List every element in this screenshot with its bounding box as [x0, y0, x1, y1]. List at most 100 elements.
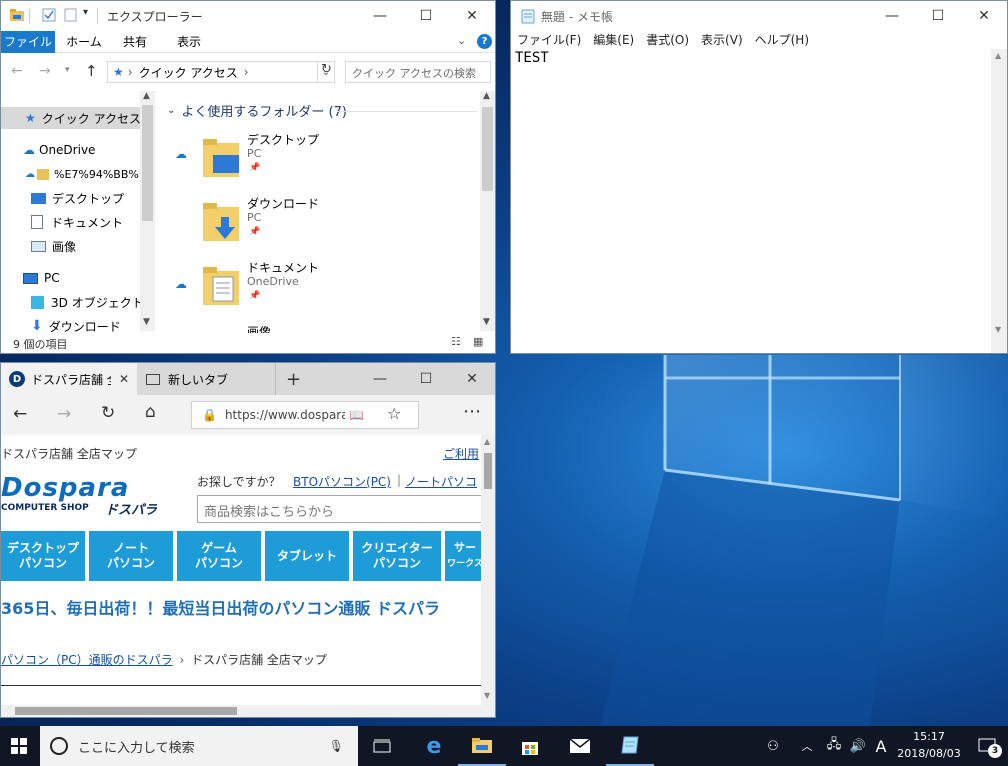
clock[interactable]: 15:17 2018/08/03 [894, 728, 964, 764]
refresh-icon[interactable]: ↻ [101, 403, 115, 423]
menu-file[interactable]: ファイル(F) [511, 31, 587, 49]
start-button[interactable] [0, 726, 38, 766]
page-vertical-scrollbar[interactable]: ▲ ▼ [481, 435, 495, 705]
quick-toolbar-dropdown-icon[interactable]: ▾ [83, 7, 88, 18]
menu-help[interactable]: ヘルプ(H) [749, 31, 815, 49]
taskbar-edge[interactable]: e [410, 726, 458, 766]
action-center-button[interactable]: 3 [968, 726, 1008, 766]
scroll-up-icon[interactable]: ▲ [143, 91, 150, 101]
back-arrow-icon[interactable]: ← [11, 63, 23, 79]
taskbar-store[interactable] [506, 726, 554, 766]
category-gaming-pc[interactable]: ゲーム パソコン [177, 531, 261, 581]
group-header[interactable]: ⌄ よく使用するフォルダー (7) [167, 101, 347, 120]
maximize-button[interactable]: ☐ [403, 1, 449, 31]
notepad-window[interactable]: 無題 - メモ帳 — ☐ ✕ ファイル(F) 編集(E) 書式(O) 表示(V)… [510, 0, 1008, 354]
reading-view-icon[interactable]: 📖 [349, 408, 364, 422]
scroll-down-icon[interactable]: ▼ [143, 317, 150, 327]
nav-item-3d-objects[interactable]: 3D オブジェクト [31, 291, 144, 313]
help-icon[interactable]: ? [477, 34, 492, 49]
scroll-down-icon[interactable]: ▼ [484, 691, 490, 700]
nav-item-quick-access[interactable]: ★ クイック アクセス [1, 107, 153, 129]
details-view-icon[interactable]: ☷ [451, 335, 461, 348]
maximize-button[interactable]: ☐ [403, 363, 449, 395]
forward-arrow-icon[interactable]: → [57, 404, 71, 424]
page-scroll-thumb[interactable] [484, 453, 492, 489]
recent-locations-icon[interactable]: ▾ [65, 65, 70, 75]
scroll-up-icon[interactable]: ▲ [484, 437, 490, 446]
folder-item-documents[interactable]: ☁ ドキュメント OneDrive 📌 [175, 259, 455, 315]
bto-pc-link[interactable]: BTOパソコン(PC) [293, 473, 391, 490]
taskbar-mail[interactable] [556, 726, 604, 766]
nav-item-encoded-folder[interactable]: ☁ %E7%94%BB%E5 [25, 163, 153, 185]
tab-close-icon[interactable]: ✕ [119, 372, 129, 386]
category-notebook-pc[interactable]: ノート パソコン [89, 531, 173, 581]
notebook-pc-link[interactable]: ノートパソコ [405, 473, 477, 490]
minimize-button[interactable]: — [357, 363, 403, 395]
taskbar-search-box[interactable]: ここに入力して検索 🎙 [40, 726, 358, 766]
folder-item-pictures[interactable]: 画像 [175, 323, 455, 333]
tab-new-tab[interactable]: 新しいタブ [138, 363, 274, 395]
tab-dospara[interactable]: D ドスパラ店舗 全 ✕ [1, 363, 137, 395]
files-scroll-thumb[interactable] [482, 107, 493, 191]
minimize-button[interactable]: — [357, 1, 403, 31]
scroll-down-icon[interactable]: ▼ [995, 325, 1001, 334]
breadcrumb-home-link[interactable]: パソコン（PC）通販のドスパラ [1, 653, 173, 667]
nav-item-desktop[interactable]: デスクトップ [31, 187, 124, 209]
taskbar-explorer[interactable] [458, 726, 506, 766]
explorer-titlebar[interactable]: ▾ エクスプローラー — ☐ ✕ [1, 1, 495, 31]
breadcrumb-chevron-icon-2[interactable]: › [244, 65, 249, 79]
nav-scrollbar[interactable]: ▲ ▼ [140, 91, 155, 331]
address-bar[interactable]: ★ › クイック アクセス › ⌄ [107, 61, 335, 83]
taskbar-notepad[interactable] [606, 726, 654, 766]
category-creator-pc[interactable]: クリエイター パソコン [353, 531, 441, 581]
ribbon-tab-share[interactable]: 共有 [115, 31, 155, 53]
url-bar[interactable]: 🔒 https://www.dospara 📖 [191, 401, 419, 429]
network-icon[interactable]: 🖧 [822, 726, 846, 766]
explorer-search-input[interactable]: クイック アクセスの検索 [345, 61, 491, 83]
scroll-down-icon[interactable]: ▼ [483, 317, 490, 327]
notepad-text-area[interactable]: TEST [511, 49, 991, 339]
task-view-button[interactable] [358, 726, 406, 766]
back-arrow-icon[interactable]: ← [13, 404, 27, 424]
minimize-button[interactable]: — [869, 1, 915, 31]
forward-arrow-icon[interactable]: → [39, 63, 51, 79]
new-tab-button[interactable]: + [275, 363, 311, 395]
category-desktop-pc[interactable]: デスクトップ パソコン [1, 531, 85, 581]
show-hidden-icons-chevron-icon[interactable]: ︿ [798, 726, 816, 766]
notepad-titlebar[interactable]: 無題 - メモ帳 — ☐ ✕ [511, 1, 1007, 31]
ime-mode-indicator[interactable]: A [870, 726, 892, 766]
category-tablet[interactable]: タブレット [265, 531, 349, 581]
page-horizontal-scrollbar[interactable] [1, 705, 495, 717]
nav-item-pictures[interactable]: 画像 [31, 235, 76, 257]
close-button[interactable]: ✕ [449, 363, 495, 395]
scroll-up-icon[interactable]: ▲ [483, 91, 490, 101]
nav-item-pc[interactable]: PC [23, 267, 60, 289]
size-grip[interactable] [991, 339, 1007, 353]
ribbon-tab-home[interactable]: ホーム [61, 31, 107, 53]
product-search-input[interactable]: 商品検索はこちらから [197, 495, 481, 523]
breadcrumb-chevron-icon[interactable]: › [128, 65, 133, 79]
large-icons-view-icon[interactable]: ▦ [473, 335, 483, 348]
category-server[interactable]: サー ワークス [445, 531, 481, 581]
scroll-up-icon[interactable]: ▲ [995, 51, 1001, 60]
menu-edit[interactable]: 編集(E) [587, 31, 640, 49]
folder-item-desktop[interactable]: ☁ デスクトップ PC 📌 [175, 131, 455, 187]
maximize-button[interactable]: ☐ [915, 1, 961, 31]
nav-item-documents[interactable]: ドキュメント [31, 211, 123, 233]
volume-icon[interactable]: 🔊 [846, 726, 870, 766]
nav-scroll-thumb[interactable] [142, 105, 153, 221]
ribbon-tab-view[interactable]: 表示 [169, 31, 209, 53]
new-folder-icon[interactable] [63, 7, 79, 26]
favorite-star-icon[interactable]: ☆ [387, 404, 401, 423]
files-scrollbar[interactable]: ▲ ▼ [480, 91, 495, 331]
help-link[interactable]: ご利用 [443, 445, 479, 462]
menu-view[interactable]: 表示(V) [695, 31, 749, 49]
ribbon-tab-file[interactable]: ファイル [1, 31, 55, 53]
notepad-vertical-scrollbar[interactable]: ▲ ▼ [991, 49, 1007, 339]
collapse-chevron-icon[interactable]: ⌄ [167, 105, 175, 116]
edge-browser-window[interactable]: D ドスパラ店舗 全 ✕ 新しいタブ + — ☐ ✕ ← → ↻ ⌂ 🔒 htt… [0, 362, 496, 718]
file-explorer-window[interactable]: ▾ エクスプローラー — ☐ ✕ ファイル ホーム 共有 表示 ⌄ ? ← → … [0, 0, 496, 354]
folder-item-downloads[interactable]: ダウンロード PC 📌 [175, 195, 455, 251]
microphone-icon[interactable]: 🎙 [329, 739, 344, 753]
menu-format[interactable]: 書式(O) [640, 31, 695, 49]
